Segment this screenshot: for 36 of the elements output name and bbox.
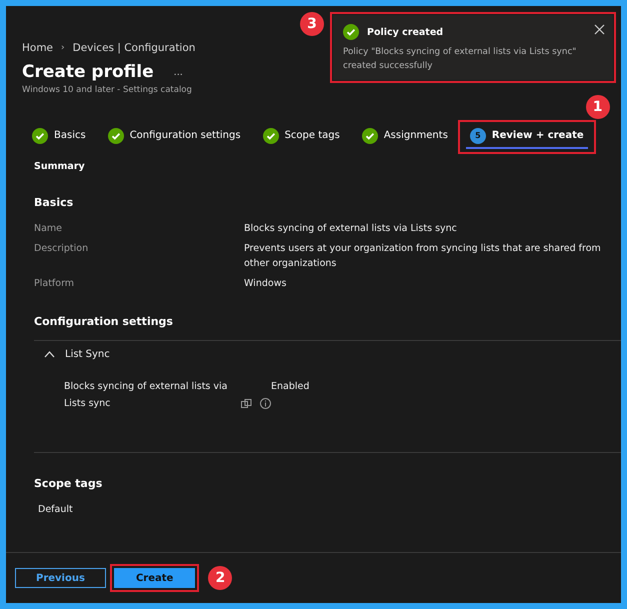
field-value: Windows (244, 277, 288, 291)
callout-number: 3 (300, 12, 324, 36)
wizard-step[interactable]: Basics (28, 125, 90, 149)
section-heading: Configuration settings (34, 315, 174, 328)
more-button[interactable]: ... (174, 66, 183, 78)
squares-icon (241, 399, 252, 409)
wizard-step[interactable]: Configuration settings (104, 125, 245, 149)
field-label: Name (34, 222, 64, 236)
wizard-step[interactable]: 5 Review + create (466, 125, 588, 149)
breadcrumb-link[interactable]: Home (22, 42, 54, 54)
section-heading: Basics (34, 196, 74, 209)
breadcrumb-separator: › (61, 43, 65, 53)
page-subtitle: Windows 10 and later - Settings catalog (22, 85, 193, 95)
field-label: Description (34, 242, 90, 256)
wizard-step[interactable]: Scope tags (258, 125, 344, 149)
group-toggle[interactable]: List Sync (34, 341, 110, 360)
setting-name: Blocks syncing of external lists via Lists sync (64, 380, 228, 411)
callout-number: 1 (586, 95, 610, 119)
breadcrumb-link[interactable]: Devices | Configuration (72, 42, 196, 54)
callout-number: 2 (208, 566, 232, 590)
page-title: Create profile (22, 62, 154, 82)
wizard-step[interactable]: Assignments (358, 125, 452, 149)
toast-message: Policy "Blocks syncing of external lists via Lists sync" created successfully (343, 46, 578, 73)
success-icon (343, 24, 359, 40)
field-label: Platform (34, 277, 76, 291)
secondary-button[interactable]: Previous (15, 568, 106, 588)
primary-button[interactable]: Create (114, 568, 196, 588)
toast-title: Policy created (367, 26, 444, 38)
info-icon[interactable] (260, 398, 271, 409)
step-number: 5 (470, 128, 486, 144)
section-heading: Scope tags (34, 477, 104, 490)
field-value: Prevents users at your organization from syncing lists that are shared from other organizations (244, 242, 602, 271)
field-value: Blocks syncing of external lists via Lists sync (244, 222, 458, 236)
summary-label: Summary (34, 161, 86, 172)
setting-value: Enabled (271, 380, 310, 394)
scope-tag: Default (38, 504, 621, 515)
